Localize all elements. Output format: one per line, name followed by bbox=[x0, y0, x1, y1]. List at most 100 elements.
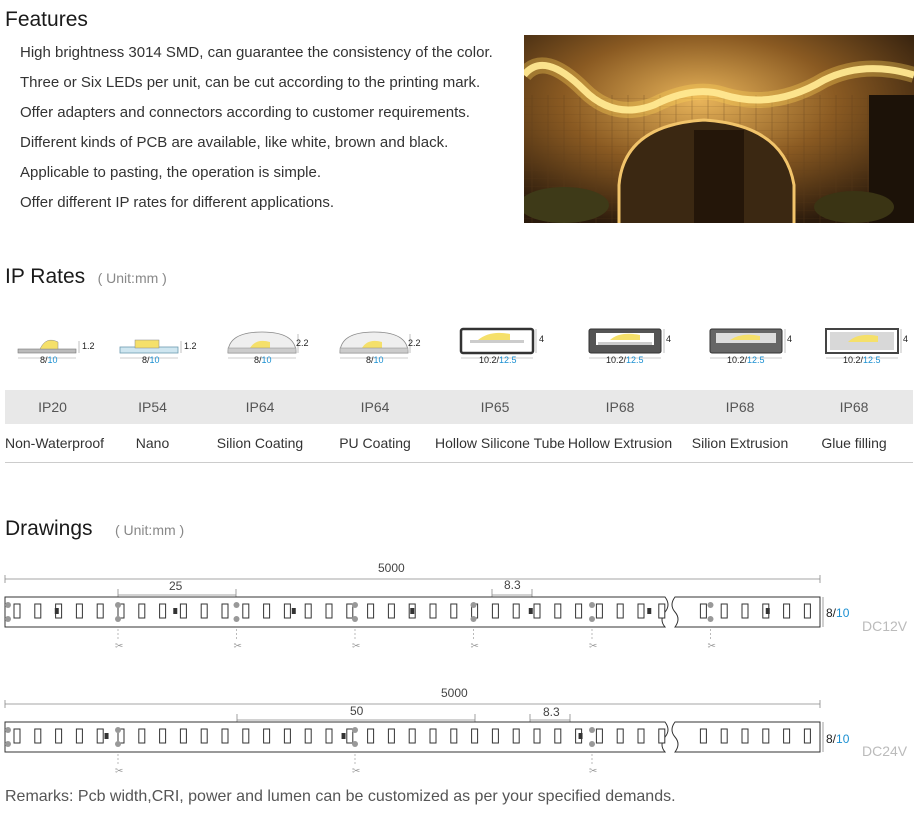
resistor bbox=[104, 733, 109, 739]
led-chip bbox=[471, 728, 479, 744]
led-chip bbox=[283, 603, 291, 619]
solder-pad bbox=[233, 616, 240, 622]
strip2-pitch-label: 8.3 bbox=[543, 705, 560, 719]
led-chip bbox=[699, 603, 707, 619]
ip-rate-cell: IP65 bbox=[480, 399, 510, 415]
solder-pad bbox=[233, 602, 240, 608]
led-chip bbox=[200, 603, 208, 619]
drawings-unit: ( Unit:mm ) bbox=[114, 522, 185, 538]
led-chip bbox=[783, 728, 791, 744]
solder-pad bbox=[115, 741, 121, 747]
ip-dim-label: 4 bbox=[666, 334, 672, 344]
ip-rate-cell: IP64 bbox=[245, 399, 275, 415]
ip-dim-label: 10.2/12.5 bbox=[843, 355, 881, 365]
led-chip bbox=[346, 603, 354, 619]
feature-item: Offer different IP rates for different a… bbox=[20, 194, 335, 211]
ip-dim-label: 10.2/12.5 bbox=[479, 355, 517, 365]
ip-rates-table: IP20 IP54 IP64 IP64 IP65 IP68 IP68 IP68 … bbox=[5, 390, 913, 463]
led-chip bbox=[512, 728, 520, 744]
scissors-icon: ✂ bbox=[589, 641, 597, 652]
led-chip bbox=[387, 728, 395, 744]
ip68-extrusion-diagram bbox=[709, 328, 786, 359]
led-chip bbox=[595, 728, 603, 744]
led-chip bbox=[616, 603, 624, 619]
led-chip bbox=[283, 728, 291, 744]
ip-dim-label: 10.2/12.5 bbox=[727, 355, 765, 365]
features-list: High brightness 3014 SMD, can guarantee … bbox=[20, 42, 493, 222]
ip-rate-cell: IP68 bbox=[605, 399, 635, 415]
led-chip bbox=[450, 603, 458, 619]
led-chip bbox=[803, 728, 811, 744]
ip-dim-label: 10.2/12.5 bbox=[606, 355, 644, 365]
strip2-unit-label: 50 bbox=[350, 704, 364, 718]
led-chip bbox=[637, 728, 645, 744]
drawings-title: Drawings bbox=[5, 517, 93, 540]
led-chip bbox=[595, 603, 603, 619]
scissors-icon: ✂ bbox=[115, 641, 123, 652]
strip1-pitch-label: 8.3 bbox=[504, 578, 521, 592]
led-chip bbox=[803, 603, 811, 619]
led-chip bbox=[637, 603, 645, 619]
product-photo bbox=[524, 35, 914, 223]
led-chip bbox=[96, 728, 104, 744]
ip-name-cell: Silion Extrusion bbox=[691, 435, 789, 451]
ip-rate-cell: IP54 bbox=[138, 399, 167, 415]
led-chip bbox=[138, 603, 146, 619]
led-chip bbox=[346, 728, 354, 744]
led-chip bbox=[221, 603, 229, 619]
led-chip bbox=[159, 728, 167, 744]
feature-item: Three or Six LEDs per unit, can be cut a… bbox=[20, 74, 481, 91]
scissors-icon: ✂ bbox=[471, 641, 479, 652]
resistor bbox=[765, 608, 770, 614]
solder-pad bbox=[589, 741, 595, 747]
ip-name-row: Non-Waterproof Nano Silion Coating PU Co… bbox=[5, 424, 913, 463]
solder-pad bbox=[589, 727, 595, 733]
ip-name-cell: Hollow Extrusion bbox=[567, 435, 673, 451]
led-chip bbox=[533, 728, 541, 744]
scissors-icon: ✂ bbox=[589, 766, 597, 777]
led-chip bbox=[75, 603, 83, 619]
strip1-voltage-label: DC12V bbox=[862, 618, 908, 634]
scissors-icon: ✂ bbox=[352, 766, 360, 777]
ip-dim-label: 1.2 bbox=[184, 341, 197, 351]
led-chip bbox=[762, 728, 770, 744]
led-chip bbox=[34, 728, 42, 744]
ip-dim-label: 2.2 bbox=[296, 338, 309, 348]
ip-dim-label: 8/10 bbox=[40, 355, 58, 365]
scissors-icon: ✂ bbox=[115, 766, 123, 777]
led-chip bbox=[75, 728, 83, 744]
ip-dim-label: 8/10 bbox=[366, 355, 384, 365]
led-chip bbox=[554, 603, 562, 619]
ip-name-cell: Nano bbox=[135, 435, 170, 451]
ip-name-cell: Non-Waterproof bbox=[5, 435, 105, 451]
led-chip bbox=[720, 728, 728, 744]
led-chip bbox=[304, 603, 312, 619]
led-chip bbox=[367, 603, 375, 619]
solder-pad bbox=[352, 741, 358, 747]
led-chip bbox=[13, 603, 21, 619]
led-chip bbox=[554, 728, 562, 744]
led-chip bbox=[491, 603, 499, 619]
led-chip bbox=[512, 603, 520, 619]
led-chip bbox=[221, 728, 229, 744]
ip-rate-cell: IP68 bbox=[725, 399, 755, 415]
led-chip bbox=[658, 603, 666, 619]
solder-pad bbox=[352, 602, 358, 608]
resistor bbox=[528, 608, 533, 614]
led-chip bbox=[179, 728, 187, 744]
ip-name-cell: PU Coating bbox=[339, 435, 411, 451]
solder-pad bbox=[352, 727, 358, 733]
led-chip bbox=[159, 603, 167, 619]
ip-name-cell: Silion Coating bbox=[216, 435, 304, 451]
drawings-header: Drawings ( Unit:mm ) bbox=[5, 517, 184, 541]
led-chip bbox=[720, 603, 728, 619]
solder-pad bbox=[5, 602, 11, 608]
ip68-glue-diagram bbox=[825, 328, 902, 359]
led-chip bbox=[408, 728, 416, 744]
led-chip bbox=[263, 728, 271, 744]
ip-dim-label: 8/10 bbox=[254, 355, 272, 365]
led-chip bbox=[242, 603, 250, 619]
ip68-hollow-diagram bbox=[588, 328, 665, 359]
led-chip bbox=[783, 603, 791, 619]
scissors-icon: ✂ bbox=[708, 641, 716, 652]
